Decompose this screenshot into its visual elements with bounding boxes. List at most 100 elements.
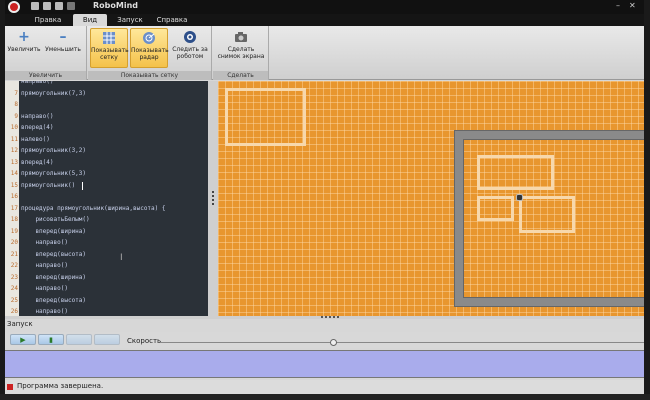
code-line: прямоугольник(3,2) bbox=[21, 147, 87, 154]
camera-icon bbox=[235, 32, 247, 42]
line-number: 20 bbox=[10, 239, 18, 246]
line-number: 26 bbox=[10, 308, 18, 315]
text-cursor bbox=[82, 182, 83, 190]
tab-run[interactable]: Запуск bbox=[115, 14, 145, 26]
show-radar-label: Показывать радар bbox=[131, 47, 169, 61]
line-number: 7 bbox=[14, 89, 18, 97]
run-panel-title: Запуск bbox=[7, 320, 33, 328]
pause-icon: ▮ bbox=[49, 336, 53, 344]
stop-button[interactable] bbox=[66, 334, 92, 345]
code-line: направо() bbox=[21, 112, 54, 120]
line-number: 8 bbox=[14, 101, 18, 108]
line-number: 16 bbox=[10, 193, 18, 200]
minimize-icon[interactable]: – bbox=[616, 2, 620, 10]
zoom-in-button[interactable]: + Увеличить bbox=[7, 28, 41, 68]
show-radar-button[interactable]: Показывать радар bbox=[130, 28, 169, 68]
code-line: вперед(ширина) bbox=[21, 227, 87, 235]
status-text: Программа завершена. bbox=[17, 382, 104, 390]
grid-group: Показывать сетку Показывать радар Следит… bbox=[88, 26, 212, 80]
status-icon bbox=[7, 384, 13, 390]
tab-help[interactable]: Справка bbox=[155, 14, 189, 26]
zoom-in-label: Увеличить bbox=[7, 46, 41, 53]
open-icon[interactable] bbox=[31, 2, 39, 10]
ribbon: + Увеличить – Уменьшить Увеличить Показы… bbox=[5, 26, 644, 88]
zoom-in-icon: + bbox=[18, 29, 30, 45]
code-line: рисоватьБелым() bbox=[21, 216, 90, 223]
tab-edit[interactable]: Правка bbox=[33, 14, 63, 26]
zoom-out-label: Уменьшить bbox=[45, 46, 81, 53]
radar-icon bbox=[143, 32, 155, 44]
screenshot-label: Сделать снимок экрана bbox=[217, 46, 265, 60]
code-line: направо() bbox=[21, 239, 68, 246]
grid-group-label: Показывать сетку bbox=[88, 71, 211, 80]
code-line: вперед(высота) bbox=[21, 296, 87, 304]
code-line: процедура прямоугольник(ширина,высота) { bbox=[21, 204, 166, 212]
painted-rectangle bbox=[477, 196, 514, 221]
save-icon[interactable] bbox=[43, 2, 51, 10]
vertical-splitter[interactable] bbox=[210, 81, 218, 316]
code-line: вперед(4) bbox=[21, 158, 54, 166]
zoom-group: + Увеличить – Уменьшить Увеличить bbox=[5, 26, 87, 80]
line-number: 10 bbox=[10, 124, 18, 131]
code-line: направо() bbox=[21, 308, 68, 315]
code-line: вперед(высота) bbox=[21, 250, 87, 258]
line-number: 17 bbox=[10, 204, 18, 212]
code-line: вперед(4) bbox=[21, 124, 54, 131]
code-line: вперед(ширина) bbox=[21, 273, 87, 281]
play-button[interactable]: ▶ bbox=[10, 334, 36, 345]
window-title: RoboMind bbox=[93, 1, 139, 10]
zoom-group-label: Увеличить bbox=[5, 71, 86, 80]
print-icon[interactable] bbox=[55, 2, 63, 10]
splitter-grip-icon bbox=[321, 316, 339, 319]
app-logo-icon[interactable] bbox=[8, 1, 20, 13]
line-number: 21 bbox=[10, 250, 18, 258]
run-toolbar: ▶ ▮ bbox=[5, 332, 644, 348]
line-number: 25 bbox=[10, 296, 18, 304]
ibeam-cursor-icon: I bbox=[120, 253, 123, 263]
splitter-grip-icon bbox=[212, 191, 215, 205]
pause-button[interactable]: ▮ bbox=[38, 334, 64, 345]
line-number: 18 bbox=[10, 216, 18, 223]
menu-tabs: Правка Вид Запуск Справка bbox=[5, 14, 644, 26]
message-area bbox=[5, 350, 644, 378]
grid-icon bbox=[103, 32, 115, 44]
code-line: направо() bbox=[21, 81, 54, 85]
screenshot-group: Сделать снимок экрана Сделать снимок... bbox=[213, 26, 269, 88]
status-bar: Программа завершена. bbox=[5, 380, 644, 394]
quick-access-dropdown-icon[interactable] bbox=[67, 2, 75, 10]
line-number: 15 bbox=[10, 181, 18, 189]
speed-slider[interactable] bbox=[160, 342, 644, 343]
close-icon[interactable]: ✕ bbox=[629, 2, 636, 10]
title-bar: RoboMind – ✕ bbox=[5, 0, 644, 14]
line-number: 22 bbox=[10, 262, 18, 269]
line-number: 14 bbox=[10, 170, 18, 177]
code-editor[interactable]: 789101112131415161718192021222324252627 … bbox=[5, 81, 210, 316]
line-number: 12 bbox=[10, 147, 18, 154]
code-line: налево() bbox=[21, 135, 50, 143]
step-button[interactable] bbox=[94, 334, 120, 345]
zoom-out-button[interactable]: – Уменьшить bbox=[43, 28, 83, 68]
line-number: 23 bbox=[10, 273, 18, 281]
painted-rectangle bbox=[225, 88, 306, 146]
show-grid-button[interactable]: Показывать сетку bbox=[90, 28, 129, 68]
play-icon: ▶ bbox=[20, 336, 26, 344]
painted-rectangle bbox=[519, 196, 575, 233]
speed-label: Скорость bbox=[127, 337, 162, 345]
line-number: 11 bbox=[10, 135, 18, 143]
robot-icon bbox=[516, 194, 523, 201]
robot-world-canvas[interactable] bbox=[218, 81, 644, 316]
code-line: прямоугольник(5,3) bbox=[21, 170, 87, 177]
zoom-out-icon: – bbox=[59, 29, 67, 45]
follow-robot-button[interactable]: Следить за роботом bbox=[170, 28, 210, 68]
line-number: 24 bbox=[10, 285, 18, 292]
robomind-window: RoboMind – ✕ Правка Вид Запуск Справка +… bbox=[5, 0, 644, 400]
code-line: направо() bbox=[21, 262, 68, 269]
code-line: прямоугольник() bbox=[21, 181, 76, 189]
line-number: 13 bbox=[10, 158, 18, 166]
line-number-gutter: 789101112131415161718192021222324252627 bbox=[5, 81, 19, 316]
horizontal-splitter[interactable] bbox=[5, 316, 644, 319]
show-grid-label: Показывать сетку bbox=[91, 47, 129, 61]
tab-view[interactable]: Вид bbox=[73, 14, 107, 26]
painted-rectangle bbox=[477, 155, 554, 190]
screenshot-button[interactable]: Сделать снимок экрана bbox=[216, 28, 266, 68]
